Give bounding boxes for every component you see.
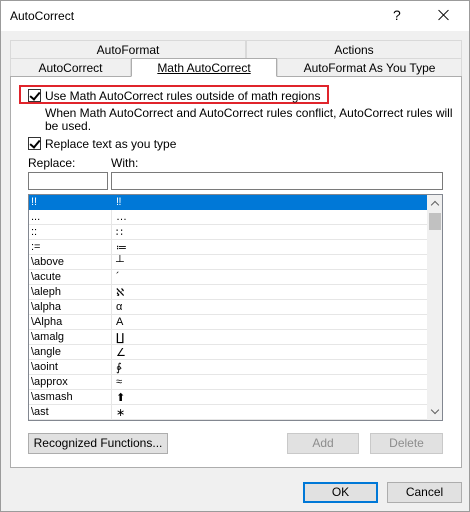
tab-label: Actions — [334, 43, 374, 57]
use-math-outside-label: Use Math AutoCorrect rules outside of ma… — [45, 89, 321, 103]
tab-math-autocorrect[interactable]: Math AutoCorrect — [131, 58, 277, 77]
with-cell: ‼ — [116, 196, 122, 208]
list-item[interactable]: \approx ≈ — [29, 375, 427, 390]
replace-cell: \approx — [31, 376, 68, 388]
with-cell: … — [116, 211, 127, 223]
tab-label: AutoFormat — [96, 43, 160, 57]
replace-as-you-type-label: Replace text as you type — [45, 137, 177, 151]
list-item[interactable]: \aleph ℵ — [29, 285, 427, 300]
scroll-up-icon[interactable] — [427, 195, 442, 212]
with-cell: ´ — [116, 271, 120, 283]
with-input[interactable] — [111, 172, 443, 190]
tab-autoformat[interactable]: AutoFormat — [10, 40, 246, 58]
replace-as-you-type-checkbox[interactable] — [28, 137, 41, 150]
replace-cell: :: — [31, 226, 38, 238]
replace-cell: \amalg — [31, 331, 65, 343]
with-cell: ≔ — [116, 242, 127, 254]
list-item[interactable]: \Alpha Α — [29, 315, 427, 330]
with-cell: ∗ — [116, 407, 126, 419]
replace-cell: ... — [31, 211, 41, 223]
replace-cell: \ast — [31, 406, 49, 418]
replace-input[interactable] — [28, 172, 108, 190]
with-cell: α — [116, 301, 123, 313]
scroll-down-icon[interactable] — [427, 403, 442, 420]
replace-cell: !! — [31, 196, 38, 208]
ok-button[interactable]: OK — [303, 482, 378, 503]
autocorrect-dialog: AutoCorrect ? AutoFormat Actions AutoCor… — [0, 0, 470, 512]
add-button[interactable]: Add — [287, 433, 359, 454]
use-math-outside-checkbox[interactable] — [28, 89, 41, 102]
replace-cell: \aleph — [31, 286, 61, 298]
replacement-list[interactable]: !! ‼...…:: ∷:= ≔ \above ┴ \acute ´ \aleph ℵ \alpha… — [28, 194, 443, 421]
delete-button[interactable]: Delete — [370, 433, 443, 454]
list-item[interactable]: \above ┴ — [29, 255, 427, 270]
conflict-note: When Math AutoCorrect and AutoCorrect ru… — [45, 106, 453, 133]
list-item[interactable]: := ≔ — [29, 240, 427, 255]
tab-label: Math AutoCorrect — [157, 61, 251, 75]
tab-label: AutoCorrect — [38, 61, 103, 75]
replace-cell: \angle — [31, 346, 61, 358]
list-scrollbar[interactable] — [427, 195, 442, 420]
with-cell: Α — [116, 316, 124, 328]
with-cell: ∳ — [116, 362, 122, 374]
with-cell: ⬆ — [116, 392, 126, 404]
title-bar: AutoCorrect ? — [1, 1, 469, 31]
with-cell: ∐ — [116, 332, 125, 344]
replace-cell: \aoint — [31, 361, 58, 373]
list-item[interactable]: \amalg ∐ — [29, 330, 427, 345]
replace-cell: \Alpha — [31, 316, 63, 328]
with-label: With: — [111, 156, 139, 170]
replace-cell: := — [31, 241, 41, 253]
with-cell: ℵ — [116, 287, 125, 299]
recognized-functions-button[interactable]: Recognized Functions... — [28, 433, 168, 454]
list-item[interactable]: \asmash ⬆ — [29, 390, 427, 405]
help-button[interactable]: ? — [393, 7, 401, 23]
replace-cell: \acute — [31, 271, 61, 283]
with-cell: ∠ — [116, 347, 126, 359]
list-item[interactable]: !! ‼ — [29, 195, 427, 210]
with-cell: ┴ — [116, 256, 124, 268]
list-item[interactable]: :: ∷ — [29, 225, 427, 240]
tab-actions[interactable]: Actions — [246, 40, 462, 58]
replace-cell: \above — [31, 256, 65, 268]
list-item[interactable]: \acute ´ — [29, 270, 427, 285]
list-item[interactable]: \angle ∠ — [29, 345, 427, 360]
cancel-button[interactable]: Cancel — [387, 482, 462, 503]
tab-label: AutoFormat As You Type — [303, 61, 436, 75]
tab-autoformat-as-you-type[interactable]: AutoFormat As You Type — [277, 58, 462, 76]
tab-autocorrect[interactable]: AutoCorrect — [10, 58, 131, 76]
replace-cell: \asmash — [31, 391, 73, 403]
dialog-title: AutoCorrect — [10, 9, 75, 23]
list-item[interactable]: ... … — [29, 210, 427, 225]
replace-cell: \alpha — [31, 301, 61, 313]
list-item[interactable]: \alpha α — [29, 300, 427, 315]
list-item[interactable]: \aoint ∳ — [29, 360, 427, 375]
replace-label: Replace: — [28, 156, 76, 170]
with-cell: ∷ — [116, 227, 123, 239]
with-cell: ≈ — [116, 376, 123, 388]
close-icon[interactable] — [432, 4, 456, 26]
list-item[interactable]: \ast ∗ — [29, 405, 427, 420]
scroll-thumb[interactable] — [429, 213, 441, 230]
